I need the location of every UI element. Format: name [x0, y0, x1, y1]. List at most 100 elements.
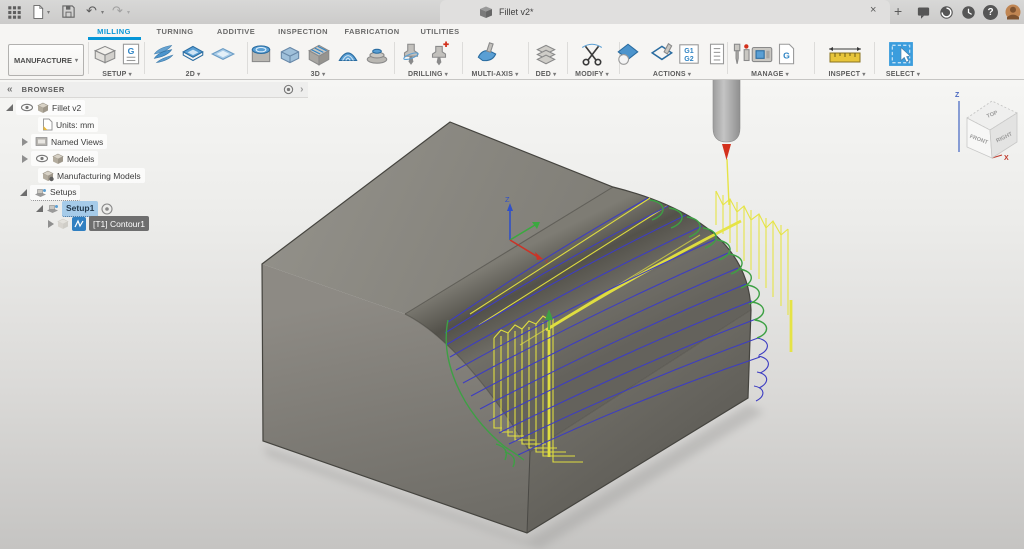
named-views-icon	[35, 137, 48, 146]
tab-utilities[interactable]: UTILITIES	[420, 27, 459, 36]
component-icon	[37, 102, 49, 113]
group-label-drilling[interactable]: DRILLING ▾	[408, 71, 448, 78]
tab-turning[interactable]: TURNING	[157, 27, 194, 36]
group-label-select[interactable]: SELECT ▾	[886, 71, 920, 78]
group-label-actions[interactable]: ACTIONS ▾	[653, 71, 691, 78]
job-status-icon[interactable]	[939, 5, 954, 20]
units-document-icon	[43, 118, 53, 131]
workspace-selector-button[interactable]: MANUFACTURE ▾	[8, 44, 84, 76]
browser-panel-title: BROWSER	[21, 85, 65, 94]
2d-pocket-icon[interactable]	[180, 41, 206, 67]
tab-fabrication[interactable]: FABRICATION	[344, 27, 399, 36]
browser-row-component[interactable]: Fillet v2	[6, 100, 86, 115]
3d-spiral-icon[interactable]	[364, 41, 390, 67]
setup-sheet-icon[interactable]	[704, 41, 730, 67]
3d-scallop-icon[interactable]	[335, 41, 361, 67]
viewcube-z-axis-label: Z	[955, 92, 960, 99]
document-cube-icon	[480, 6, 492, 18]
new-setup-icon[interactable]	[92, 41, 118, 67]
group-label-manage[interactable]: MANAGE ▾	[751, 71, 789, 78]
modify-scissors-icon[interactable]	[579, 41, 605, 67]
comments-icon[interactable]	[916, 5, 931, 20]
active-tab-underline	[88, 37, 141, 40]
expand-triangle-icon[interactable]	[36, 205, 43, 212]
group-label-modify[interactable]: MODIFY ▾	[575, 71, 609, 78]
browser-row-setups[interactable]: Setups	[20, 184, 81, 201]
new-tab-icon[interactable]: +	[894, 4, 902, 18]
file-icon[interactable]	[31, 4, 45, 20]
expand-triangle-icon[interactable]	[20, 189, 27, 196]
tab-milling[interactable]: MILLING	[97, 27, 131, 36]
expand-triangle-icon[interactable]	[6, 104, 13, 111]
browser-panel-header[interactable]: « BROWSER ›	[0, 82, 308, 98]
browser-row-units[interactable]: Units: mm	[38, 117, 99, 132]
post-library-icon[interactable]: G	[773, 41, 799, 67]
setup1-selected-chip[interactable]: Setup1	[62, 200, 99, 217]
browser-row-manufacturing-models[interactable]: Manufacturing Models	[38, 168, 145, 183]
drill-icon[interactable]	[398, 41, 424, 67]
collapsed-triangle-icon[interactable]	[22, 137, 28, 146]
group-label-inspect[interactable]: INSPECT ▾	[828, 71, 865, 78]
save-icon[interactable]	[61, 4, 76, 19]
undo-caret[interactable]: ▾	[101, 9, 104, 16]
tab-inspection[interactable]: INSPECTION	[278, 27, 328, 36]
svg-text:G: G	[783, 50, 790, 60]
group-label-3d[interactable]: 3D ▾	[311, 71, 326, 78]
3d-pocket-icon[interactable]	[277, 41, 303, 67]
inspect-ruler-icon[interactable]	[827, 41, 863, 67]
browser-options-icon[interactable]	[283, 84, 294, 95]
help-icon[interactable]: ?	[983, 5, 998, 20]
active-setup-target-icon[interactable]	[101, 202, 113, 215]
collapsed-triangle-icon[interactable]	[48, 219, 54, 228]
browser-item-label: [T1] Contour1	[93, 218, 145, 229]
drill-plus-icon[interactable]	[426, 41, 452, 67]
file-menu-caret[interactable]: ▾	[47, 9, 50, 16]
simulate-icon[interactable]	[615, 41, 641, 67]
document-tab[interactable]: Fillet v2* ×	[440, 0, 890, 24]
collapse-panel-icon[interactable]: «	[7, 84, 12, 95]
3d-parallel-icon[interactable]	[306, 41, 332, 67]
g1g2-machine-code-icon[interactable]: G1 G2	[676, 41, 702, 67]
tab-additive[interactable]: ADDITIVE	[217, 27, 255, 36]
group-label-setup[interactable]: SETUP ▾	[102, 71, 132, 78]
select-icon[interactable]	[888, 41, 914, 67]
fusion360-manufacture-window: { "ui": {"caret":"▾","collapse":"«","pan…	[0, 0, 1024, 549]
undo-icon[interactable]: ↶	[86, 4, 97, 17]
redo-icon[interactable]: ↷	[112, 4, 123, 17]
group-divider	[814, 42, 815, 74]
visibility-eye-icon[interactable]	[35, 154, 49, 163]
group-label-multi-axis[interactable]: MULTI-AXIS ▾	[472, 71, 519, 78]
group-divider	[394, 42, 395, 74]
ded-icon[interactable]	[533, 41, 559, 67]
group-label-ded[interactable]: DED ▾	[536, 71, 557, 78]
app-grid-icon[interactable]	[7, 5, 22, 20]
browser-row-setup1[interactable]: Setup1	[36, 200, 113, 217]
document-title: Fillet v2*	[499, 7, 534, 17]
close-tab-icon[interactable]: ×	[870, 5, 876, 16]
post-process-icon[interactable]	[650, 41, 676, 67]
browser-item-label: Fillet v2	[52, 102, 82, 113]
group-label-2d[interactable]: 2D ▾	[186, 71, 201, 78]
browser-row-named-views[interactable]: Named Views	[22, 134, 108, 149]
collapsed-triangle-icon[interactable]	[22, 154, 28, 163]
browser-row-models[interactable]: Models	[22, 151, 99, 166]
2d-adaptive-icon[interactable]	[150, 41, 176, 67]
browser-row-contour1[interactable]: [T1] Contour1	[48, 216, 149, 231]
2d-face-icon[interactable]	[210, 41, 236, 67]
ribbon: MILLING TURNING ADDITIVE INSPECTION FABR…	[0, 24, 1024, 80]
post-process-g-icon[interactable]: G	[118, 41, 144, 67]
3d-adaptive-icon[interactable]	[248, 41, 274, 67]
contour1-selected-chip[interactable]: [T1] Contour1	[89, 216, 149, 231]
title-bar: Fillet v2* × ▾ ↶ ▾ ↷ ▾ + ?	[0, 0, 1024, 24]
redo-caret[interactable]: ▾	[127, 9, 130, 16]
multi-axis-icon[interactable]	[474, 41, 500, 67]
notifications-clock-icon[interactable]	[961, 5, 976, 20]
panel-edge-chevron[interactable]: ›	[300, 84, 304, 95]
setups-folder-icon	[35, 188, 46, 197]
visibility-eye-icon[interactable]	[20, 103, 34, 112]
viewport-canvas[interactable]: Z x TOP FRONT RIGHT Z X	[0, 78, 1024, 549]
machine-library-icon[interactable]	[749, 41, 775, 67]
user-avatar[interactable]	[1004, 3, 1022, 21]
browser-item-label: Setup1	[66, 203, 95, 213]
workspace-selector-caret: ▾	[74, 57, 78, 64]
